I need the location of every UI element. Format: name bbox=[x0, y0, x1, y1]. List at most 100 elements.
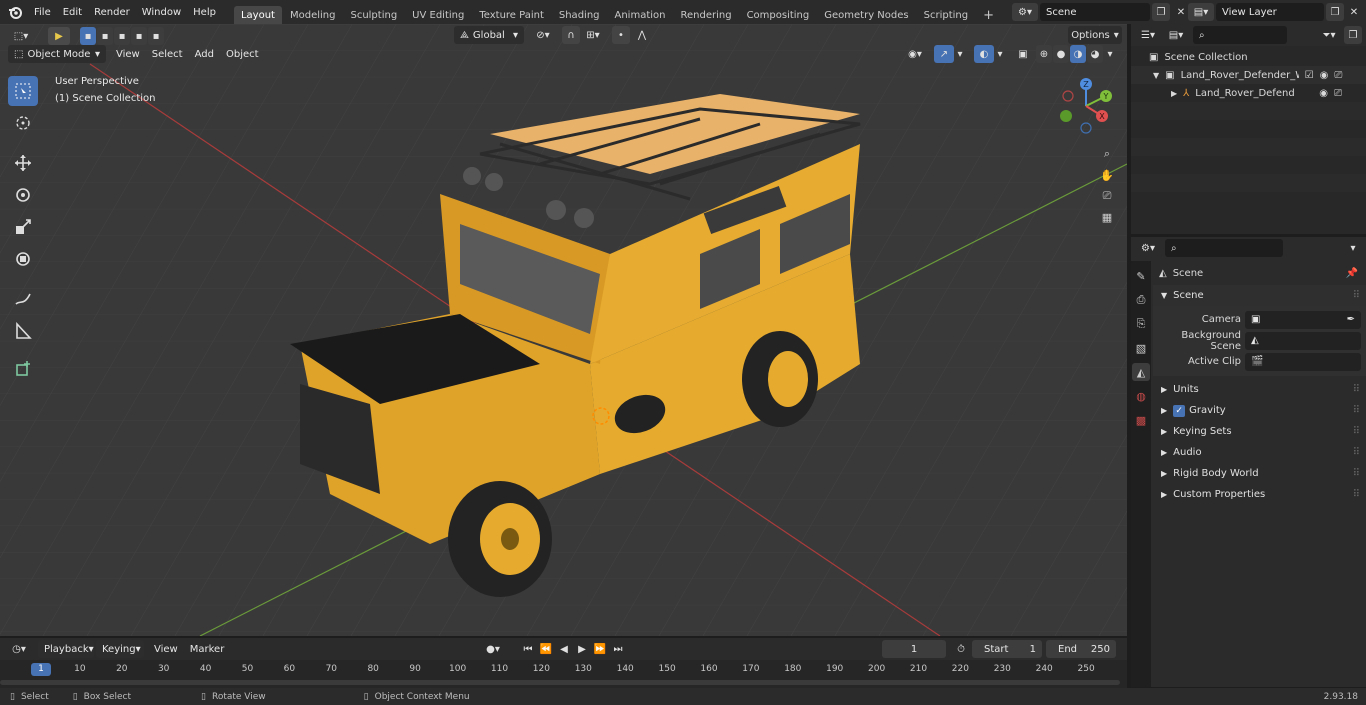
jump-end-icon[interactable]: ⏭ bbox=[610, 640, 626, 658]
pin-icon[interactable]: 📌 bbox=[1346, 268, 1358, 279]
rotate-tool-icon[interactable] bbox=[8, 180, 38, 210]
viewport-menu-object[interactable]: Object bbox=[220, 45, 265, 63]
end-frame-field[interactable]: End 250 bbox=[1046, 640, 1116, 658]
drag-handle-icon[interactable]: ⠿ bbox=[1353, 468, 1360, 479]
select-extend-icon[interactable]: ▪ bbox=[97, 27, 113, 45]
eyedropper-icon[interactable]: ✒ bbox=[1347, 314, 1355, 325]
menu-render[interactable]: Render bbox=[88, 0, 136, 24]
outliner-item[interactable]: ▶ ⅄ Land_Rover_Defender_W ◉ ⎚ bbox=[1131, 84, 1366, 102]
current-frame-field[interactable]: 1 bbox=[882, 640, 946, 658]
timeline-scrollbar[interactable] bbox=[0, 680, 1120, 685]
rigid-body-world-panel-header[interactable]: ▶ Rigid Body World ⠿ bbox=[1153, 463, 1366, 484]
tab-shading[interactable]: Shading bbox=[552, 6, 607, 24]
zoom-icon[interactable]: ⌕ bbox=[1098, 145, 1116, 163]
eye-icon[interactable]: ◉ bbox=[1320, 70, 1329, 81]
next-keyframe-icon[interactable]: ⏩ bbox=[592, 640, 608, 658]
checkbox-icon[interactable]: ☑ bbox=[1305, 70, 1314, 81]
world-tab-icon[interactable]: ◍ bbox=[1132, 387, 1150, 405]
keying-sets-panel-header[interactable]: ▶ Keying Sets ⠿ bbox=[1153, 421, 1366, 442]
playback-menu[interactable]: Playback ▾ bbox=[38, 640, 94, 658]
transform-orientation-dropdown[interactable]: ⟁ Global ▾ bbox=[454, 26, 524, 44]
record-icon[interactable]: ●▾ bbox=[480, 640, 506, 658]
menu-edit[interactable]: Edit bbox=[57, 0, 88, 24]
options-button[interactable]: Options ▾ bbox=[1068, 26, 1122, 44]
snap-target-icon[interactable]: ⊞▾ bbox=[582, 26, 604, 44]
editor-type-icon[interactable]: ⬚▾ bbox=[8, 27, 34, 45]
drag-handle-icon[interactable]: ⠿ bbox=[1353, 489, 1360, 500]
perspective-grid-icon[interactable]: ▦ bbox=[1098, 208, 1116, 226]
view-layer-icon[interactable]: ▤▾ bbox=[1188, 3, 1214, 21]
stopwatch-icon[interactable]: ⏱ bbox=[952, 640, 970, 658]
tab-modeling[interactable]: Modeling bbox=[283, 6, 343, 24]
camera-view-icon[interactable]: ⎚ bbox=[1098, 187, 1116, 205]
tab-texture-paint[interactable]: Texture Paint bbox=[472, 6, 551, 24]
timeline-editor-icon[interactable]: ◷▾ bbox=[6, 640, 32, 658]
camera-icon[interactable]: ⎚ bbox=[1334, 88, 1342, 99]
pivot-point-icon[interactable]: ⊘▾ bbox=[530, 26, 556, 44]
frame-ruler[interactable]: 1 10 20 30 40 50 60 70 80 90 100 110 120 130 140 150 160… bbox=[0, 660, 1127, 688]
outliner-item[interactable]: ▼ ▣ Land_Rover_Defender_Works ☑ ◉ ⎚ bbox=[1131, 66, 1366, 84]
drag-handle-icon[interactable]: ⠿ bbox=[1353, 290, 1360, 301]
new-collection-icon[interactable]: ❐ bbox=[1344, 26, 1362, 44]
solid-shading-icon[interactable]: ● bbox=[1053, 45, 1069, 63]
drag-handle-icon[interactable]: ⠿ bbox=[1353, 447, 1360, 458]
view-layer-field[interactable]: View Layer bbox=[1216, 3, 1324, 21]
scene-panel-header[interactable]: ▼ Scene ⠿ bbox=[1153, 285, 1366, 306]
start-frame-field[interactable]: Start 1 bbox=[972, 640, 1042, 658]
xray-toggle-icon[interactable]: ▣ bbox=[1014, 45, 1032, 63]
chevron-down-icon[interactable]: ▼ bbox=[1153, 71, 1159, 80]
viewport-menu-select[interactable]: Select bbox=[146, 45, 189, 63]
properties-editor-icon[interactable]: ⚙▾ bbox=[1135, 239, 1161, 257]
gizmo-toggle-icon[interactable]: ↗ bbox=[934, 45, 954, 63]
select-box-tool-icon[interactable] bbox=[8, 76, 38, 106]
outliner-search-input[interactable]: ⌕ bbox=[1193, 26, 1287, 44]
prev-keyframe-icon[interactable]: ⏪ bbox=[538, 640, 554, 658]
menu-help[interactable]: Help bbox=[187, 0, 222, 24]
keying-menu[interactable]: Keying ▾ bbox=[96, 640, 144, 658]
chevron-down-icon[interactable]: ▾ bbox=[994, 45, 1006, 63]
transform-tool-icon[interactable] bbox=[8, 244, 38, 274]
snap-toggle-icon[interactable]: ∩ bbox=[562, 26, 580, 44]
view-layer-copy-icon[interactable]: ❐ bbox=[1326, 3, 1344, 21]
measure-tool-icon[interactable] bbox=[8, 316, 38, 346]
drag-handle-icon[interactable]: ⠿ bbox=[1353, 426, 1360, 437]
select-intersect-icon[interactable]: ▪ bbox=[148, 27, 164, 45]
mode-dropdown[interactable]: ⬚ Object Mode ▾ bbox=[8, 45, 106, 63]
wireframe-shading-icon[interactable]: ⊕ bbox=[1036, 45, 1052, 63]
chevron-down-icon[interactable]: ▾ bbox=[1103, 45, 1117, 63]
gravity-checkbox[interactable]: ✓ bbox=[1173, 404, 1186, 417]
chevron-right-icon[interactable]: ▶ bbox=[1171, 89, 1177, 98]
scene-name-field[interactable]: Scene bbox=[1040, 3, 1150, 21]
drag-handle-icon[interactable]: ⠿ bbox=[1353, 405, 1360, 416]
add-cube-tool-icon[interactable] bbox=[8, 354, 38, 384]
play-reverse-icon[interactable]: ◀ bbox=[556, 640, 572, 658]
tab-compositing[interactable]: Compositing bbox=[740, 6, 817, 24]
active-clip-field[interactable]: 🎬 bbox=[1245, 352, 1361, 371]
gravity-panel-header[interactable]: ▶ ✓ Gravity ⠿ bbox=[1153, 400, 1366, 421]
display-mode-icon[interactable]: ▤▾ bbox=[1163, 26, 1189, 44]
filter-icon[interactable]: ⏷▾ bbox=[1316, 26, 1342, 44]
move-tool-icon[interactable] bbox=[8, 148, 38, 178]
outliner-root-row[interactable]: ▣ Scene Collection bbox=[1131, 48, 1366, 66]
render-tab-icon[interactable]: ⎙ bbox=[1132, 291, 1150, 309]
audio-panel-header[interactable]: ▶ Audio ⠿ bbox=[1153, 442, 1366, 463]
scale-tool-icon[interactable] bbox=[8, 212, 38, 242]
viewport-menu-add[interactable]: Add bbox=[189, 45, 220, 63]
tab-layout[interactable]: Layout bbox=[233, 6, 282, 24]
tab-animation[interactable]: Animation bbox=[608, 6, 673, 24]
camera-field[interactable]: ▣ ✒ bbox=[1245, 310, 1361, 329]
add-workspace-icon[interactable]: + bbox=[976, 6, 1001, 24]
tab-rendering[interactable]: Rendering bbox=[673, 6, 738, 24]
tab-uv-editing[interactable]: UV Editing bbox=[405, 6, 471, 24]
play-icon[interactable]: ▶ bbox=[574, 640, 590, 658]
3d-viewport[interactable]: ⬚▾ ▶ ▪ ▪ ▪ ▪ ▪ ⟁ Global ▾ ⊘▾ ∩ ⊞▾ • ⋀ Op… bbox=[0, 24, 1127, 636]
view-layer-close-icon[interactable]: ✕ bbox=[1346, 3, 1362, 21]
camera-icon[interactable]: ⎚ bbox=[1334, 70, 1342, 81]
texture-tab-icon[interactable]: ▩ bbox=[1132, 411, 1150, 429]
menu-file[interactable]: File bbox=[28, 0, 57, 24]
scene-tab-icon[interactable]: ◭ bbox=[1132, 363, 1150, 381]
cursor-tool-icon[interactable] bbox=[8, 108, 38, 138]
tab-geometry-nodes[interactable]: Geometry Nodes bbox=[817, 6, 915, 24]
material-shading-icon[interactable]: ◑ bbox=[1070, 45, 1086, 63]
visibility-icon[interactable]: ◉▾ bbox=[902, 45, 928, 63]
